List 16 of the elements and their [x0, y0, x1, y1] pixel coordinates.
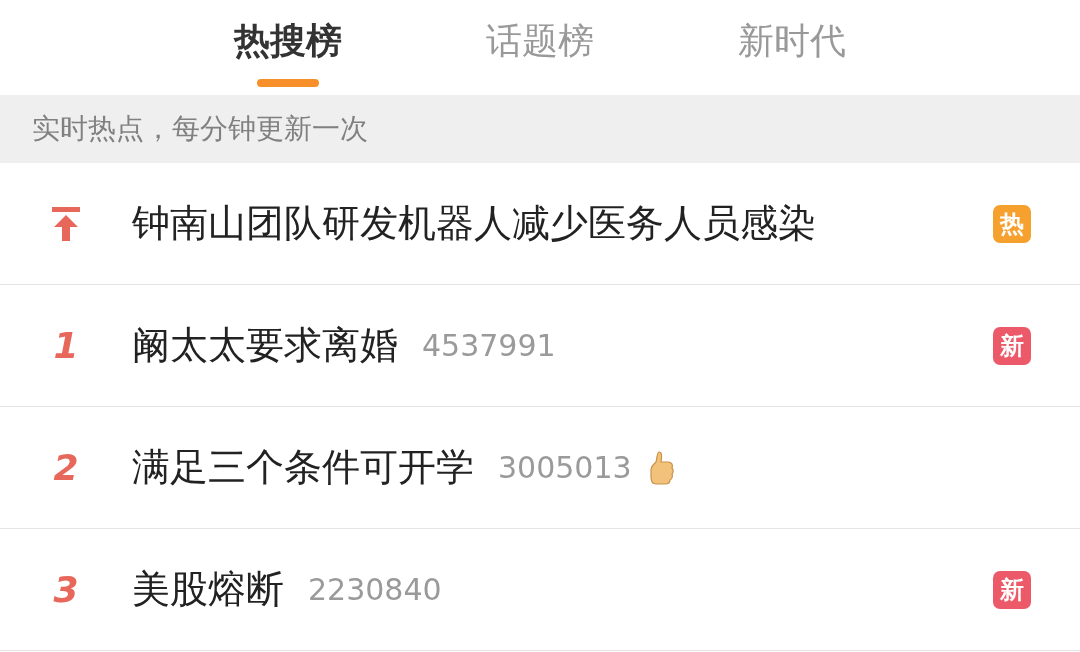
topic-tag: 新	[993, 326, 1031, 365]
topic-title[interactable]: 满足三个条件可开学	[132, 439, 474, 496]
tab[interactable]: 热搜榜	[162, 0, 414, 95]
search-count: 2230840	[308, 571, 442, 609]
rank-number: 1	[53, 327, 79, 364]
search-count: 4537991	[422, 327, 556, 365]
search-count: 3005013	[498, 449, 632, 487]
topic-title[interactable]: 钟南山团队研发机器人减少医务人员感染	[132, 195, 816, 252]
topic-title[interactable]: 阚太太要求离婚	[132, 317, 398, 374]
pin-to-top-icon	[52, 206, 80, 241]
rank-number: 2	[53, 449, 79, 486]
topic-tag: 新	[993, 570, 1031, 609]
rank-number: 3	[53, 571, 79, 608]
notice-bar: 实时热点，每分钟更新一次	[0, 95, 1080, 163]
topic-title[interactable]: 美股熔断	[132, 561, 284, 618]
topic-tag: 热	[993, 204, 1031, 243]
